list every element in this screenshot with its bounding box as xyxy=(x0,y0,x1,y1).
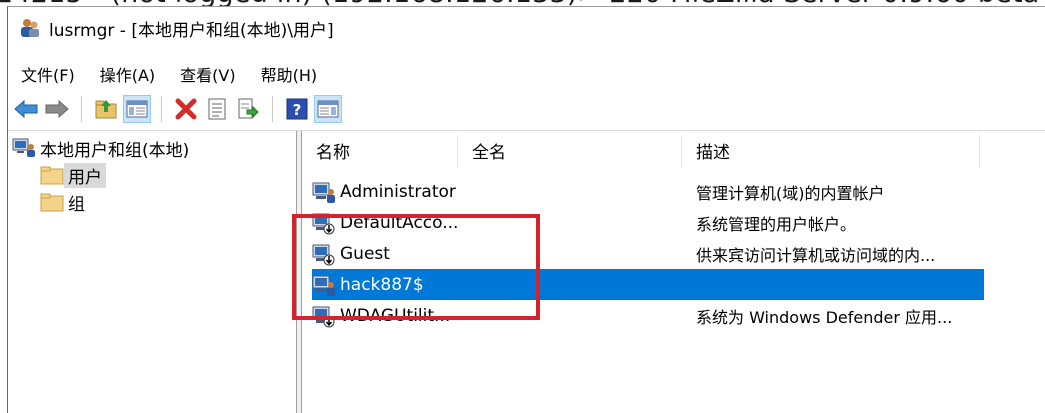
forward-arrow-icon xyxy=(45,100,69,118)
tree-item-groups[interactable]: 组 xyxy=(40,189,89,215)
column-header-fullname[interactable]: 全名 xyxy=(458,135,682,168)
user-name: Administrator xyxy=(340,181,456,202)
menu-file[interactable]: 文件(F) xyxy=(8,62,87,86)
tree-item-groups-label: 组 xyxy=(68,194,85,215)
show-action-pane-icon xyxy=(317,100,339,118)
up-folder-icon xyxy=(95,100,117,119)
users-app-icon xyxy=(21,19,39,37)
tree-item-users-label: 用户 xyxy=(64,162,106,188)
help-icon: ? xyxy=(286,98,308,120)
column-header-name[interactable]: 名称 xyxy=(302,135,458,168)
console-tree: 本地用户和组(本地) 用户 组 xyxy=(8,131,297,413)
list-header: 名称 全名 描述 xyxy=(302,135,1045,168)
lusrmgr-window: lusrmgr - [本地用户和组(本地)\用户] 文件(F) 操作(A) 查看… xyxy=(7,6,1045,413)
show-hide-console-tree-button[interactable] xyxy=(123,95,151,123)
list-item[interactable]: Administrator 管理计算机(域)的内置帐户 xyxy=(312,176,984,207)
export-list-button[interactable] xyxy=(234,95,262,123)
toolbar-separator xyxy=(161,96,162,122)
tree-root-label: 本地用户和组(本地) xyxy=(40,140,190,161)
forward-button[interactable] xyxy=(43,95,71,123)
properties-icon xyxy=(208,98,226,120)
user-description: 系统管理的用户帐户。 xyxy=(696,214,857,234)
show-console-tree-icon xyxy=(126,100,148,118)
back-button[interactable] xyxy=(12,95,40,123)
computer-users-icon xyxy=(12,138,35,157)
highlight-annotation-box xyxy=(292,214,540,320)
export-list-icon xyxy=(238,98,259,119)
properties-button[interactable] xyxy=(203,95,231,123)
folder-icon xyxy=(40,193,64,212)
user-icon xyxy=(312,182,335,203)
up-one-level-button[interactable] xyxy=(92,95,120,123)
user-description: 管理计算机(域)的内置帐户 xyxy=(696,183,885,203)
column-header-description[interactable]: 描述 xyxy=(682,135,980,168)
delete-button[interactable] xyxy=(172,95,200,123)
back-arrow-icon xyxy=(14,100,38,118)
tree-item-local-users-groups[interactable]: 本地用户和组(本地) xyxy=(12,135,193,161)
toolbar-separator xyxy=(272,96,273,122)
show-hide-action-pane-button[interactable] xyxy=(314,95,342,123)
user-description: 供来宾访问计算机或访问域的内... xyxy=(696,245,936,265)
title-bar[interactable]: lusrmgr - [本地用户和组(本地)\用户] xyxy=(8,7,1045,49)
delete-icon xyxy=(175,98,197,120)
help-button[interactable]: ? xyxy=(283,95,311,123)
menu-action[interactable]: 操作(A) xyxy=(87,62,167,86)
tree-item-users[interactable]: 用户 xyxy=(40,162,106,188)
menu-help[interactable]: 帮助(H) xyxy=(248,62,330,86)
toolbar-separator xyxy=(81,96,82,122)
toolbar: ? xyxy=(8,91,1045,127)
window-title: lusrmgr - [本地用户和组(本地)\用户] xyxy=(49,20,334,41)
folder-icon xyxy=(40,166,64,185)
menu-view[interactable]: 查看(V) xyxy=(167,62,247,86)
menu-bar: 文件(F) 操作(A) 查看(V) 帮助(H) xyxy=(8,59,329,89)
user-description: 系统为 Windows Defender 应用... xyxy=(696,307,953,327)
svg-text:?: ? xyxy=(293,101,302,119)
